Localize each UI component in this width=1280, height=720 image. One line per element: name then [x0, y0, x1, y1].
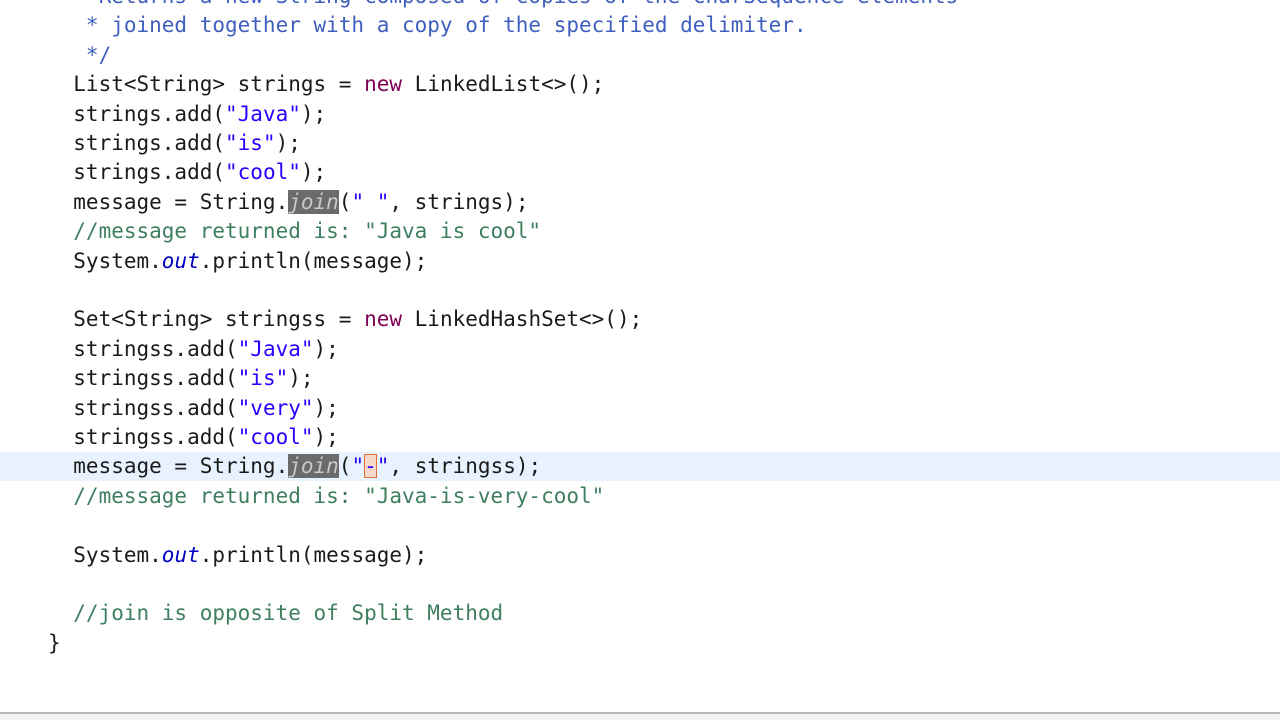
code-line-doc3[interactable]: */ — [0, 41, 1280, 70]
code-token: ); — [313, 395, 339, 420]
code-line-add-cool[interactable]: strings.add("cool"); — [0, 158, 1280, 187]
code-token: */ — [48, 42, 112, 67]
code-token: ); — [288, 366, 314, 391]
code-token: LinkedList<>(); — [402, 72, 605, 97]
code-token: .println(message); — [199, 248, 428, 273]
code-token: "Java" — [225, 101, 301, 126]
code-line-add-is[interactable]: strings.add("is"); — [0, 129, 1280, 158]
code-token: System. — [48, 542, 162, 567]
code-token: " — [351, 454, 365, 479]
code-line-blank3[interactable] — [0, 570, 1280, 599]
code-line-join2[interactable]: message = String.join("-", stringss); — [0, 452, 1280, 482]
code-line-doc1[interactable]: Returns a new String composed of copies … — [0, 0, 1280, 11]
code-token: * joined together with a copy of the spe… — [48, 13, 807, 38]
code-token: - — [364, 454, 377, 479]
code-token: stringss.add( — [48, 366, 238, 391]
editor-bottom-border — [0, 712, 1280, 720]
code-token: ( — [338, 454, 352, 479]
code-token: message = String. — [48, 454, 289, 479]
code-line-join1[interactable]: message = String.join(" ", strings); — [0, 188, 1280, 217]
code-line-blank2[interactable] — [0, 511, 1280, 540]
code-token: strings.add( — [48, 131, 226, 155]
code-token: join — [288, 189, 339, 214]
code-line-set-decl[interactable]: Set<String> stringss = new LinkedHashSet… — [0, 305, 1280, 334]
code-token: stringss.add( — [48, 336, 238, 361]
code-token: //message returned is: "Java is cool" — [48, 219, 542, 244]
code-token: ); — [313, 336, 339, 361]
code-token: List<String> strings = — [48, 72, 365, 97]
code-line-blank1[interactable] — [0, 276, 1280, 305]
code-token: join — [288, 454, 339, 479]
code-token: "very" — [237, 395, 314, 420]
code-token: ); — [300, 160, 327, 185]
code-token: Set<String> stringss = — [48, 307, 365, 332]
code-token: .println(message); — [199, 542, 428, 567]
code-token: ); — [275, 131, 301, 155]
code-line-add-java[interactable]: strings.add("Java"); — [0, 100, 1280, 129]
code-token: message = String. — [48, 189, 289, 214]
code-token: } — [48, 630, 61, 655]
code-token: new — [364, 72, 403, 97]
code-token: ); — [313, 425, 339, 449]
code-editor[interactable]: Returns a new String composed of copies … — [0, 0, 1280, 712]
code-token: new — [364, 307, 403, 332]
code-token: "cool" — [225, 160, 301, 185]
code-token: , stringss); — [389, 454, 542, 479]
code-token: stringss.add( — [48, 425, 238, 449]
code-token: //join is opposite of Split Method — [48, 601, 504, 626]
code-line-list-decl[interactable]: List<String> strings = new LinkedList<>(… — [0, 70, 1280, 99]
code-token: " — [376, 454, 390, 479]
code-token: "Java" — [237, 336, 314, 361]
code-token: out — [161, 248, 200, 273]
code-token: " " — [351, 189, 390, 214]
code-token: strings.add( — [48, 160, 226, 185]
code-line-println1[interactable]: System.out.println(message); — [0, 247, 1280, 276]
code-token: LinkedHashSet<>(); — [402, 307, 643, 332]
code-line-sadd-java[interactable]: stringss.add("Java"); — [0, 335, 1280, 364]
code-line-doc2[interactable]: * joined together with a copy of the spe… — [0, 11, 1280, 40]
code-token: System. — [48, 248, 162, 273]
code-token: "is" — [237, 366, 289, 391]
code-line-sadd-very[interactable]: stringss.add("very"); — [0, 394, 1280, 423]
code-token: ( — [338, 189, 352, 214]
code-token: strings.add( — [48, 101, 226, 126]
code-line-comment1[interactable]: //message returned is: "Java is cool" — [0, 217, 1280, 246]
code-token: ); — [300, 101, 327, 126]
code-token: //message returned is: "Java-is-very-coo… — [48, 483, 605, 508]
code-line-close-brace[interactable]: } — [0, 629, 1280, 658]
code-line-println2[interactable]: System.out.println(message); — [0, 541, 1280, 570]
code-token: , strings); — [389, 189, 529, 214]
code-token: Returns a new String composed of copies … — [48, 0, 959, 8]
code-token: stringss.add( — [48, 395, 238, 420]
code-line-comment3[interactable]: //join is opposite of Split Method — [0, 599, 1280, 628]
code-line-sadd-cool[interactable]: stringss.add("cool"); — [0, 423, 1280, 452]
code-line-comment2[interactable]: //message returned is: "Java-is-very-coo… — [0, 482, 1280, 511]
code-token: "cool" — [237, 425, 314, 449]
code-token: out — [161, 542, 200, 567]
code-line-sadd-is[interactable]: stringss.add("is"); — [0, 364, 1280, 393]
code-token: "is" — [225, 131, 276, 155]
